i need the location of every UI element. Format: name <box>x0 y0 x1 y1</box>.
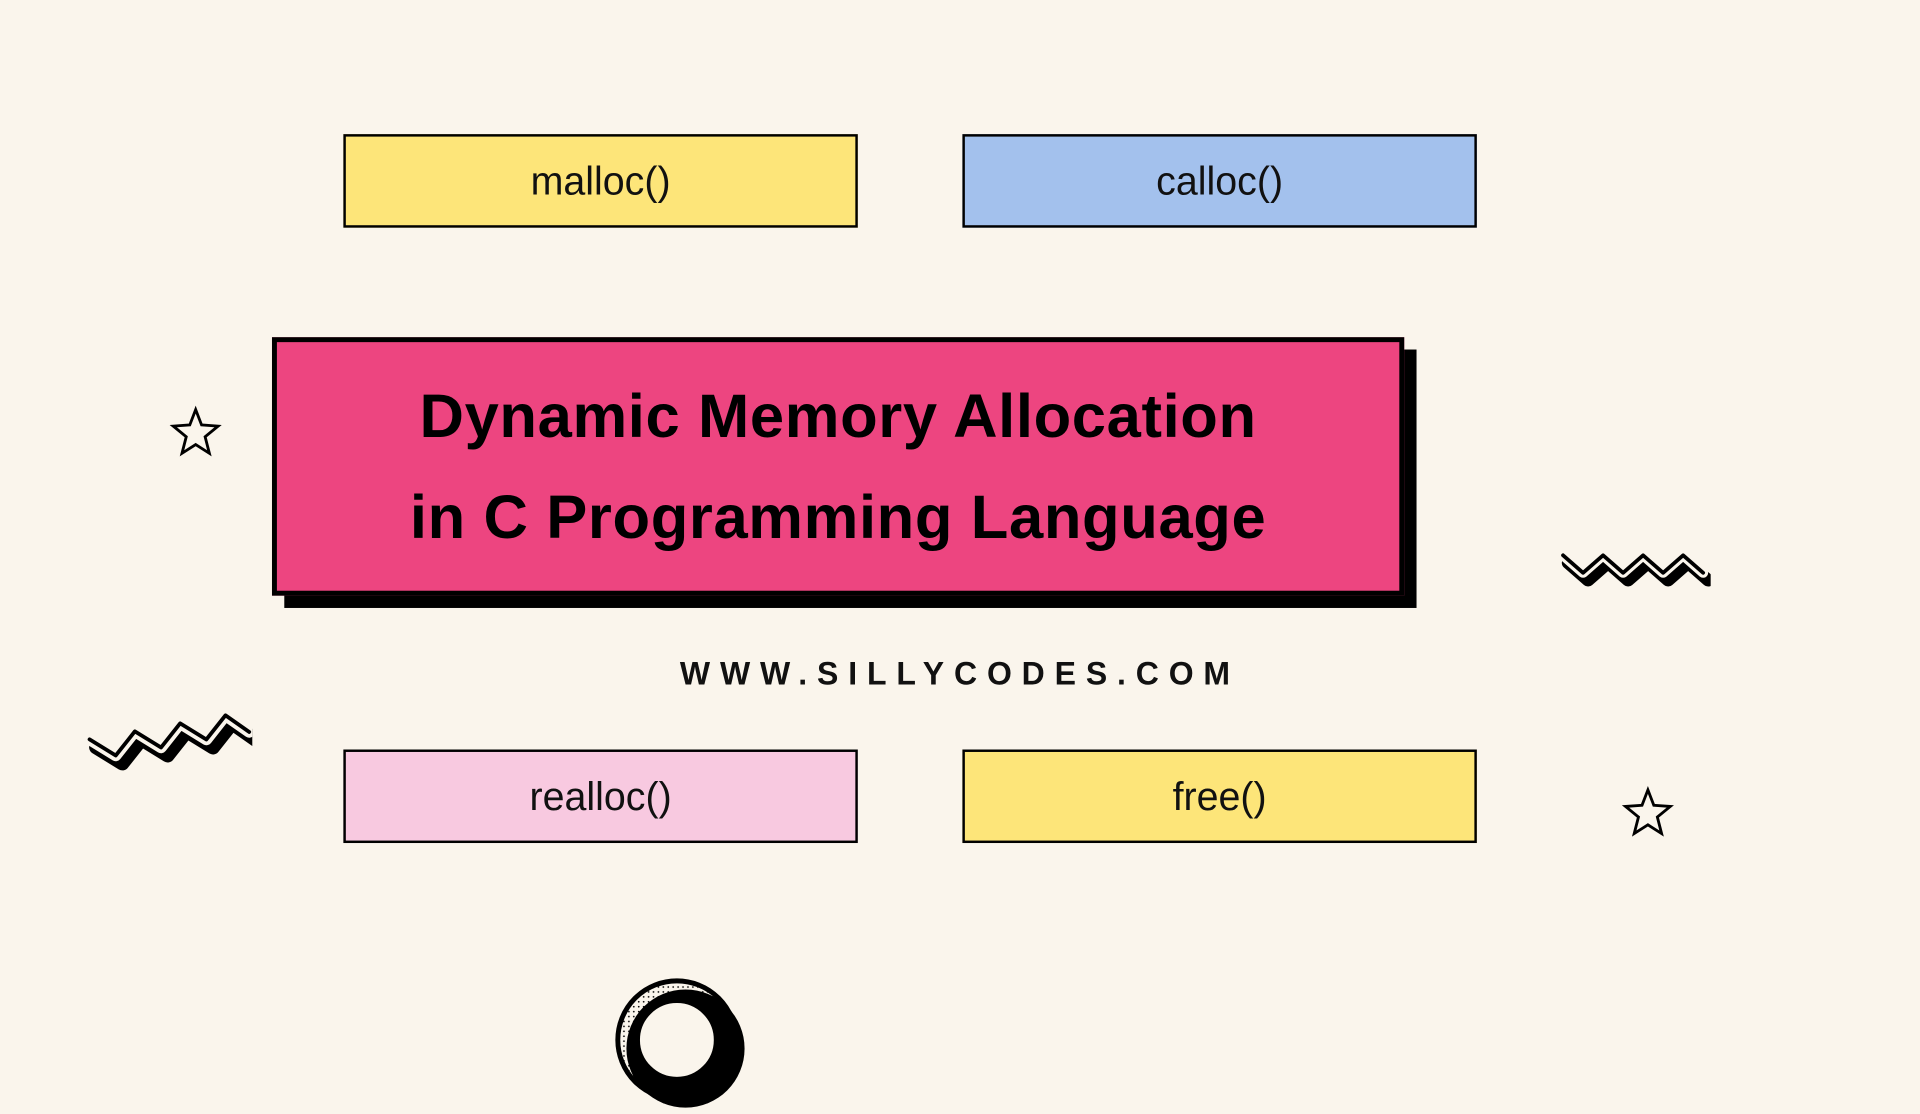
title-line-1: Dynamic Memory Allocation <box>420 380 1257 451</box>
star-icon <box>1620 785 1677 842</box>
site-url: WWW.SILLYCODES.COM <box>0 655 1920 693</box>
zigzag-icon <box>1561 540 1711 590</box>
title-line-2: in C Programming Language <box>410 481 1266 552</box>
box-realloc-label: realloc() <box>529 773 671 819</box>
zigzag-icon <box>86 708 252 778</box>
star-icon <box>167 405 224 462</box>
box-free-label: free() <box>1173 773 1267 819</box>
box-malloc: malloc() <box>343 134 857 228</box>
title-box: Dynamic Memory Allocation in C Programmi… <box>272 337 1404 595</box>
box-calloc-label: calloc() <box>1156 158 1283 204</box>
box-realloc: realloc() <box>343 749 857 843</box>
box-malloc-label: malloc() <box>531 158 671 204</box>
box-free: free() <box>962 749 1476 843</box>
circle-icon <box>603 966 751 1114</box>
box-calloc: calloc() <box>962 134 1476 228</box>
